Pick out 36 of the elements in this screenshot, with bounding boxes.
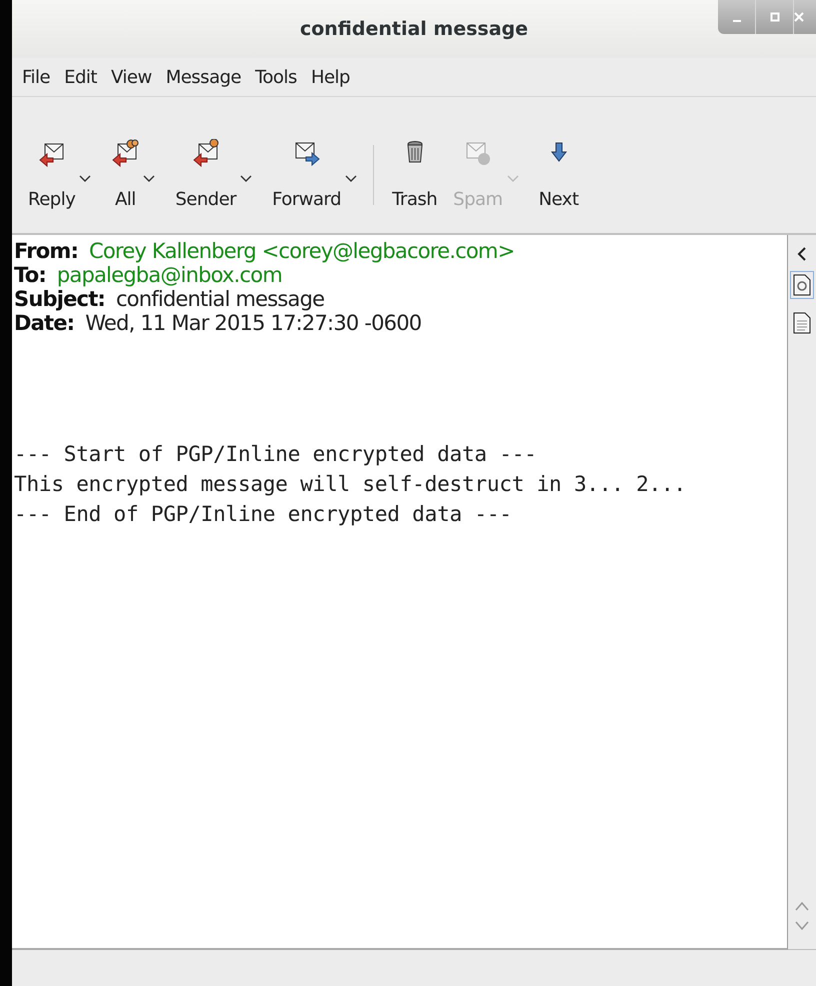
menu-item[interactable]: Edit xyxy=(64,66,97,88)
header-label: From: xyxy=(14,239,78,263)
caret-icon[interactable] xyxy=(240,175,252,183)
email-address-link[interactable]: Corey Kallenberg <corey@legbacore.com> xyxy=(88,239,514,263)
document-icon xyxy=(793,312,811,334)
envelope-people-icon xyxy=(111,139,140,167)
message-line: --- Start of PGP/Inline encrypted data --- xyxy=(14,441,538,468)
header-label: Subject: xyxy=(14,287,106,311)
menu-item[interactable]: Help xyxy=(310,66,350,88)
toolbar-button[interactable]: Next xyxy=(532,135,584,214)
header-value: Wed, 11 Mar 2015 17:27:30 -0600 xyxy=(85,311,422,335)
attachment-button[interactable] xyxy=(790,271,814,299)
envelope-people-icon xyxy=(192,139,220,167)
caret-icon[interactable] xyxy=(143,175,156,183)
menu-item[interactable]: View xyxy=(110,66,152,88)
toolbar-button[interactable]: All xyxy=(105,135,146,214)
menu-item[interactable]: File xyxy=(22,66,50,88)
header-value: confidential message xyxy=(116,287,324,311)
menu-item[interactable]: Tools xyxy=(255,66,297,88)
toolbar-button[interactable]: Forward xyxy=(266,135,348,214)
collapse-chevron-icon[interactable] xyxy=(797,247,807,261)
email-address-link[interactable]: papalegba@inbox.com xyxy=(56,263,282,287)
minimize-icon xyxy=(732,20,740,22)
toolbar-button[interactable]: Sender xyxy=(169,135,242,214)
toolbar-button[interactable]: Reply xyxy=(22,135,82,214)
close-icon xyxy=(794,12,804,22)
window-title: confidential message xyxy=(300,18,528,40)
caret-icon[interactable] xyxy=(79,175,92,183)
header-label: To: xyxy=(14,263,46,287)
caret-icon[interactable] xyxy=(345,175,358,183)
message-line: This encrypted message will self-destruct in 3... 2... xyxy=(14,471,687,498)
message-line: --- End of PGP/Inline encrypted data --- xyxy=(14,501,513,528)
toolbar-button[interactable]: Trash xyxy=(386,135,444,214)
maximize-icon xyxy=(770,12,780,22)
header-label: Date: xyxy=(14,311,74,335)
menu-item[interactable]: Message xyxy=(166,66,242,88)
